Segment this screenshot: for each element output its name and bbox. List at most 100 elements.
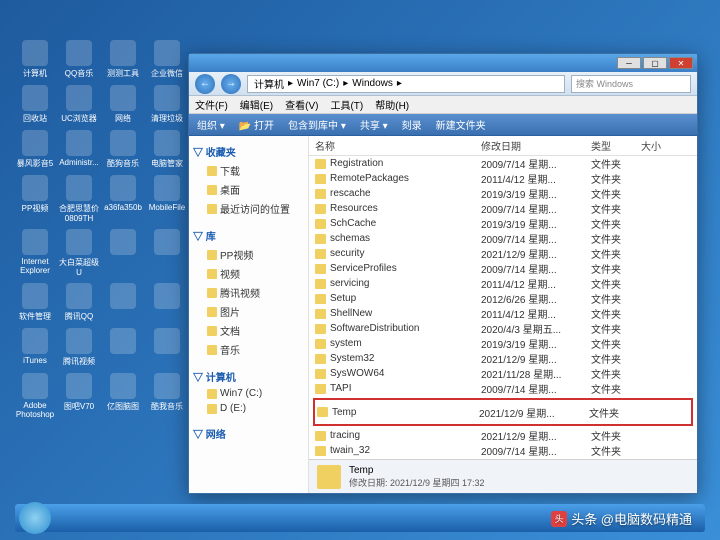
- desktop-icon[interactable]: [147, 283, 187, 322]
- toolbar-button[interactable]: 包含到库中 ▾: [288, 117, 346, 132]
- start-button[interactable]: [19, 502, 51, 534]
- desktop-icon[interactable]: 亿图脑图: [103, 373, 143, 419]
- desktop-icon[interactable]: 大白菜超级U: [59, 229, 99, 277]
- sidebar-group-header[interactable]: ▽ 收藏夹: [193, 142, 304, 161]
- desktop-icon[interactable]: 腾讯QQ: [59, 283, 99, 322]
- column-headers[interactable]: 名称 修改日期 类型 大小: [309, 136, 697, 156]
- menu-item[interactable]: 帮助(H): [375, 97, 409, 112]
- sidebar-item[interactable]: 下载: [193, 161, 304, 180]
- desktop-icon[interactable]: [103, 229, 143, 277]
- desktop-icon[interactable]: 图吧V70: [59, 373, 99, 419]
- sidebar-group-header[interactable]: ▽ 网络: [193, 424, 304, 443]
- toolbar-button[interactable]: 共享 ▾: [360, 117, 388, 132]
- desktop-icon[interactable]: [147, 328, 187, 367]
- desktop-icon[interactable]: 计算机: [15, 40, 55, 79]
- toolbar-button[interactable]: 刻录: [402, 117, 422, 132]
- desktop-icon[interactable]: 合肥思慧价0809TH: [59, 175, 99, 223]
- desktop-icon[interactable]: 软件管理: [15, 283, 55, 322]
- file-row[interactable]: tracing2021/12/9 星期...文件夹: [309, 428, 697, 443]
- file-row[interactable]: ShellNew2011/4/12 星期...文件夹: [309, 306, 697, 321]
- close-button[interactable]: ✕: [669, 57, 693, 69]
- file-row[interactable]: Resources2009/7/14 星期...文件夹: [309, 201, 697, 216]
- sidebar-group-header[interactable]: ▽ 计算机: [193, 367, 304, 386]
- col-size[interactable]: 大小: [641, 138, 691, 153]
- file-row[interactable]: schemas2009/7/14 星期...文件夹: [309, 231, 697, 246]
- desktop-icon[interactable]: [103, 283, 143, 322]
- desktop-icon[interactable]: UC浏览器: [59, 85, 99, 124]
- file-row[interactable]: Setup2012/6/26 星期...文件夹: [309, 291, 697, 306]
- desktop-icon[interactable]: 清理垃圾: [147, 85, 187, 124]
- desktop-icon[interactable]: 酷我音乐: [147, 373, 187, 419]
- chevron-right-icon: ▸: [397, 78, 402, 89]
- menu-bar: 文件(F) 编辑(E) 查看(V) 工具(T) 帮助(H): [189, 96, 697, 114]
- desktop-icon[interactable]: Administr...: [59, 130, 99, 169]
- file-row[interactable]: ServiceProfiles2009/7/14 星期...文件夹: [309, 261, 697, 276]
- desktop-icon[interactable]: a36fa350b: [103, 175, 143, 223]
- desktop-icon[interactable]: 酷狗音乐: [103, 130, 143, 169]
- toolbar-button[interactable]: 📂 打开: [239, 117, 274, 132]
- toolbar: 组织 ▾ 📂 打开包含到库中 ▾ 共享 ▾ 刻录新建文件夹: [189, 114, 697, 136]
- file-row[interactable]: SysWOW642021/11/28 星期...文件夹: [309, 366, 697, 381]
- sidebar-item[interactable]: 最近访问的位置: [193, 199, 304, 218]
- desktop-icon[interactable]: MobileFile: [147, 175, 187, 223]
- desktop-icon[interactable]: PP视频: [15, 175, 55, 223]
- nav-back-button[interactable]: ←: [195, 74, 215, 94]
- desktop-icon[interactable]: Adobe Photoshop: [15, 373, 55, 419]
- folder-icon: [317, 465, 341, 489]
- file-row[interactable]: System322021/12/9 星期...文件夹: [309, 351, 697, 366]
- col-date[interactable]: 修改日期: [481, 138, 591, 153]
- titlebar[interactable]: ─ ▢ ✕: [189, 54, 697, 72]
- toolbar-button[interactable]: 新建文件夹: [436, 117, 486, 132]
- search-input[interactable]: 搜索 Windows: [571, 75, 691, 93]
- file-row[interactable]: system2019/3/19 星期...文件夹: [309, 336, 697, 351]
- desktop-icon[interactable]: 暴风影音5: [15, 130, 55, 169]
- col-name[interactable]: 名称: [315, 138, 481, 153]
- file-row[interactable]: twain_322009/7/14 星期...文件夹: [309, 443, 697, 458]
- sidebar-item[interactable]: 音乐: [193, 340, 304, 359]
- desktop-icon[interactable]: Internet Explorer: [15, 229, 55, 277]
- desktop-icon[interactable]: 腾讯视频: [59, 328, 99, 367]
- desktop-icon[interactable]: QQ音乐: [59, 40, 99, 79]
- file-row[interactable]: Registration2009/7/14 星期...文件夹: [309, 156, 697, 171]
- menu-item[interactable]: 编辑(E): [240, 97, 273, 112]
- desktop-icon[interactable]: [147, 229, 187, 277]
- breadcrumb-segment[interactable]: Windows: [352, 78, 393, 89]
- sidebar-item[interactable]: 腾讯视频: [193, 283, 304, 302]
- desktop-icon[interactable]: iTunes: [15, 328, 55, 367]
- file-row[interactable]: RemotePackages2011/4/12 星期...文件夹: [309, 171, 697, 186]
- menu-item[interactable]: 文件(F): [195, 97, 228, 112]
- file-row[interactable]: rescache2019/3/19 星期...文件夹: [309, 186, 697, 201]
- sidebar-item[interactable]: 视频: [193, 264, 304, 283]
- chevron-right-icon: ▸: [288, 78, 293, 89]
- file-row[interactable]: SoftwareDistribution2020/4/3 星期五...文件夹: [309, 321, 697, 336]
- maximize-button[interactable]: ▢: [643, 57, 667, 69]
- minimize-button[interactable]: ─: [617, 57, 641, 69]
- nav-forward-button[interactable]: →: [221, 74, 241, 94]
- file-row[interactable]: SchCache2019/3/19 星期...文件夹: [309, 216, 697, 231]
- desktop-icon[interactable]: [103, 328, 143, 367]
- sidebar-group-header[interactable]: ▽ 库: [193, 226, 304, 245]
- toolbar-button[interactable]: 组织 ▾: [197, 117, 225, 132]
- desktop-icon[interactable]: 回收站: [15, 85, 55, 124]
- desktop-icon[interactable]: 企业微信: [147, 40, 187, 79]
- sidebar-item[interactable]: 图片: [193, 302, 304, 321]
- menu-item[interactable]: 查看(V): [285, 97, 318, 112]
- file-row[interactable]: servicing2011/4/12 星期...文件夹: [309, 276, 697, 291]
- menu-item[interactable]: 工具(T): [330, 97, 363, 112]
- sidebar-item[interactable]: 桌面: [193, 180, 304, 199]
- sidebar-item[interactable]: Win7 (C:): [193, 386, 304, 401]
- breadcrumb-segment[interactable]: Win7 (C:): [297, 78, 339, 89]
- desktop-icon[interactable]: 测测工具: [103, 40, 143, 79]
- sidebar-item[interactable]: 文档: [193, 321, 304, 340]
- breadcrumb-segment[interactable]: 计算机: [254, 76, 284, 91]
- file-row[interactable]: TAPI2009/7/14 星期...文件夹: [309, 381, 697, 396]
- highlighted-temp-folder[interactable]: Temp2021/12/9 星期...文件夹: [313, 398, 693, 426]
- file-list-panel: 名称 修改日期 类型 大小 Registration2009/7/14 星期..…: [309, 136, 697, 493]
- desktop-icon[interactable]: 电脑管家: [147, 130, 187, 169]
- col-type[interactable]: 类型: [591, 138, 641, 153]
- sidebar-item[interactable]: PP视频: [193, 245, 304, 264]
- breadcrumb-bar[interactable]: 计算机▸Win7 (C:)▸Windows▸: [247, 75, 565, 93]
- file-row[interactable]: security2021/12/9 星期...文件夹: [309, 246, 697, 261]
- sidebar-item[interactable]: D (E:): [193, 401, 304, 416]
- desktop-icon[interactable]: 网络: [103, 85, 143, 124]
